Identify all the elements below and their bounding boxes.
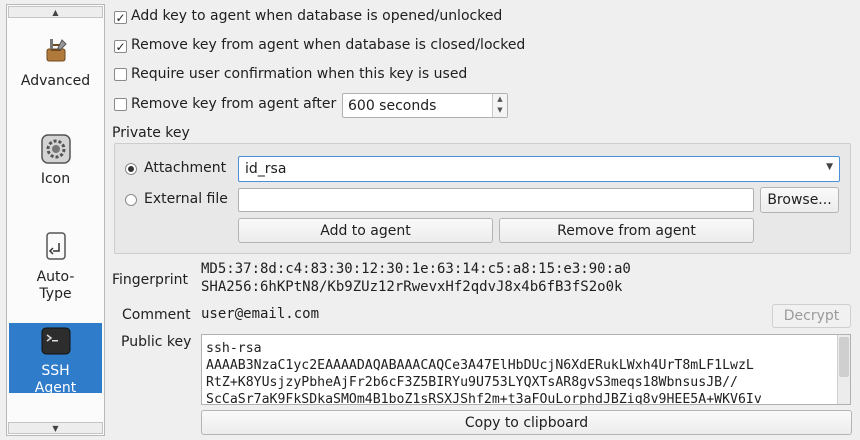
remove-after-spinbox[interactable]: 600 seconds ▲ ▼: [342, 93, 508, 118]
attachment-combobox[interactable]: id_rsa ▼: [238, 156, 840, 182]
public-key-line: ScCaSr7aK9FkSDkaSMOm4B1boZ1sRSXJShf2m+t3…: [206, 392, 762, 405]
private-key-heading: Private key: [112, 125, 190, 141]
public-key-scrollbar[interactable]: [837, 335, 850, 404]
scrollbar-thumb[interactable]: [839, 337, 849, 377]
fingerprint-md5: MD5:37:8d:c4:83:30:12:30:1e:63:14:c5:a8:…: [201, 261, 631, 277]
external-file-input[interactable]: [238, 188, 754, 212]
public-key-line: ssh-rsa: [206, 341, 262, 356]
sidebar-item-label: Advanced: [20, 73, 91, 89]
remove-after-value: 600 seconds: [348, 98, 437, 114]
add-on-open-checkbox[interactable]: ✓: [114, 11, 127, 24]
sidebar-item-auto-type[interactable]: Auto- Type: [9, 231, 102, 302]
attachment-value: id_rsa: [245, 161, 287, 177]
comment-value: user@email.com: [201, 306, 320, 322]
gear-icon: [40, 133, 72, 165]
chevron-down-icon: ▼: [826, 162, 833, 172]
remove-after-label: Remove key from agent after: [131, 96, 337, 112]
public-key-line: AAAAB3NzaC1yc2EAAAADAQABAAACAQCe3A47ElHb…: [206, 358, 754, 373]
sidebar-item-label-line1: SSH: [41, 363, 70, 379]
sidebar-item-label-line1: Auto-: [36, 269, 75, 285]
remove-on-close-checkbox[interactable]: ✓: [114, 40, 127, 53]
attachment-label: Attachment: [144, 160, 227, 176]
attachment-radio[interactable]: [125, 163, 137, 175]
remove-from-agent-button[interactable]: Remove from agent: [499, 218, 754, 243]
spinbox-arrows[interactable]: ▲ ▼: [492, 94, 507, 117]
comment-label: Comment: [122, 307, 191, 323]
sidebar-item-ssh-agent[interactable]: SSH Agent: [9, 323, 102, 396]
remove-on-close-label: Remove key from agent when database is c…: [131, 37, 526, 53]
sidebar-item-label-line2: Type: [39, 286, 72, 302]
add-to-agent-button[interactable]: Add to agent: [238, 218, 493, 243]
require-confirmation-label: Require user confirmation when this key …: [131, 66, 468, 82]
require-confirmation-checkbox[interactable]: [114, 68, 127, 81]
fingerprint-sha256: SHA256:6hKPtN8/Kb9ZUz12rRwevxHf2qdvJ8x4b…: [201, 279, 623, 295]
copy-to-clipboard-button[interactable]: Copy to clipboard: [201, 410, 852, 435]
external-file-radio[interactable]: [125, 194, 137, 206]
sidebar-item-icon[interactable]: Icon: [9, 133, 102, 193]
add-on-open-label: Add key to agent when database is opened…: [131, 8, 503, 24]
sidebar-scroll-up-button[interactable]: ▲: [8, 6, 103, 18]
public-key-text: ssh-rsa AAAAB3NzaC1yc2EAAAADAQABAAACAQCe…: [206, 340, 826, 405]
decrypt-button[interactable]: Decrypt: [772, 304, 851, 328]
keyboard-key-icon: [40, 231, 72, 263]
external-file-label: External file: [144, 191, 228, 207]
terminal-icon: [40, 325, 72, 357]
sidebar-item-label: Icon: [40, 171, 71, 187]
remove-after-checkbox[interactable]: [114, 98, 127, 111]
category-sidebar: ▲ Advanced Icon Auto- Type SSH Agent ▼: [6, 4, 105, 436]
toolbox-icon: [40, 35, 72, 67]
browse-button[interactable]: Browse...: [760, 187, 839, 213]
public-key-label: Public key: [121, 334, 192, 350]
sidebar-item-advanced[interactable]: Advanced: [9, 35, 102, 95]
sidebar-item-label-line2: Agent: [34, 380, 77, 396]
fingerprint-label: Fingerprint: [112, 272, 188, 288]
public-key-line: RtZ+K8YUsjzyPbheAjFr2b6cF3Z5BIRYu9U753LY…: [206, 375, 738, 390]
sidebar-scroll-down-button[interactable]: ▼: [8, 422, 103, 434]
public-key-textarea[interactable]: ssh-rsa AAAAB3NzaC1yc2EAAAADAQABAAACAQCe…: [201, 334, 851, 405]
